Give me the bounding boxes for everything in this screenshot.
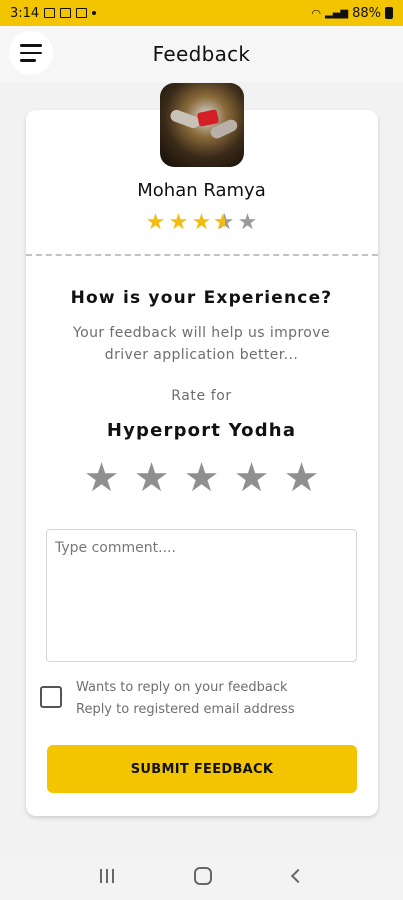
system-nav-bar	[0, 852, 403, 900]
reply-checkbox-label: Wants to reply on your feedback Reply to…	[76, 677, 295, 721]
status-time: 3:14	[10, 5, 40, 21]
app-bar: Feedback	[0, 26, 403, 82]
battery-icon	[385, 7, 393, 19]
rating-input: ★ ★ ★ ★ ★	[0, 455, 403, 501]
experience-question: How is your Experience?	[70, 288, 333, 308]
subtext-line-1: Your feedback will help us improve	[73, 325, 330, 341]
signal-icon: ▂▄▆	[325, 7, 349, 19]
driver-name: Mohan Ramya	[137, 180, 266, 201]
feedback-subtext: Your feedback will help us improve drive…	[0, 322, 403, 366]
rate-star-5[interactable]: ★	[277, 455, 327, 501]
rate-star-2[interactable]: ★	[127, 455, 177, 501]
star-half-icon: ★ ★	[213, 210, 235, 235]
star-filled-icon: ★	[145, 210, 166, 235]
comment-input[interactable]	[46, 529, 357, 662]
wifi-icon: ◠	[311, 6, 322, 20]
reply-checkbox[interactable]	[40, 686, 62, 708]
gallery-notification-icon	[44, 8, 56, 18]
more-notifications-icon	[92, 11, 97, 15]
rate-star-4[interactable]: ★	[227, 455, 277, 501]
checkbox-label-line-2: Reply to registered email address	[76, 702, 295, 717]
company-name: Hyperport Yodha	[106, 420, 297, 441]
home-button[interactable]	[194, 867, 213, 885]
dashed-divider	[26, 254, 378, 256]
star-empty-icon: ★	[237, 210, 258, 235]
recent-apps-button[interactable]	[100, 869, 115, 883]
menu-icon	[20, 44, 42, 47]
rate-star-1[interactable]: ★	[77, 455, 127, 501]
back-button[interactable]	[290, 868, 305, 884]
rate-star-3[interactable]: ★	[177, 455, 227, 501]
mail-notification-icon	[60, 8, 72, 18]
battery-level: 88%	[352, 5, 381, 21]
page-title: Feedback	[152, 42, 251, 66]
driver-rating: ★ ★ ★ ★ ★ ★	[0, 210, 403, 236]
app-notification-icon	[76, 8, 88, 18]
driver-avatar	[160, 83, 244, 167]
menu-button[interactable]	[9, 31, 53, 75]
submit-feedback-button[interactable]: SUBMIT FEEDBACK	[47, 745, 357, 793]
checkbox-label-line-1: Wants to reply on your feedback	[76, 680, 288, 695]
status-bar: 3:14 ◠ ▂▄▆ 88%	[0, 0, 403, 26]
star-filled-icon: ★	[191, 210, 212, 235]
star-filled-icon: ★	[168, 210, 189, 235]
subtext-line-2: driver application better...	[104, 347, 299, 363]
rate-for-label: Rate for	[171, 388, 232, 404]
